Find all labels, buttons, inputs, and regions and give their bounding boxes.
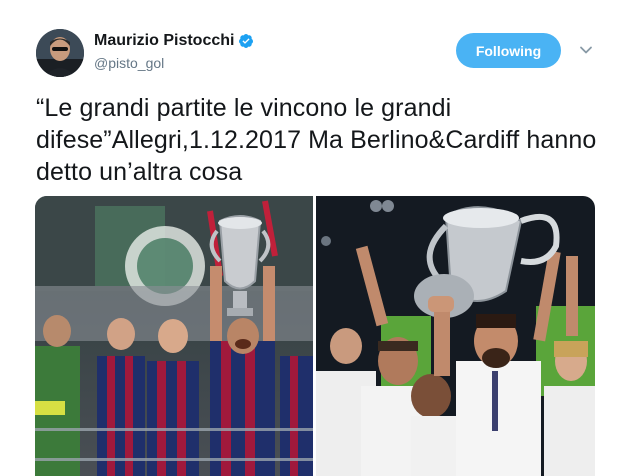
following-button[interactable]: Following: [456, 33, 561, 68]
avatar[interactable]: [36, 29, 84, 77]
display-name[interactable]: Maurizio Pistocchi: [94, 32, 234, 50]
photo-real-madrid-trophy-celebration[interactable]: [316, 196, 595, 476]
chevron-down-icon[interactable]: [579, 43, 593, 57]
verified-badge-icon: [238, 33, 254, 49]
display-name-row: Maurizio Pistocchi: [94, 31, 254, 51]
author-block: Maurizio Pistocchi @pisto_gol: [94, 31, 254, 71]
tweet-media: [35, 196, 595, 476]
photo-barcelona-trophy-celebration[interactable]: [35, 196, 313, 476]
user-handle[interactable]: @pisto_gol: [94, 55, 254, 71]
tweet-card: Maurizio Pistocchi @pisto_gol Following …: [0, 0, 631, 476]
tweet-text: “Le grandi partite le vincono le grandi …: [36, 94, 597, 186]
